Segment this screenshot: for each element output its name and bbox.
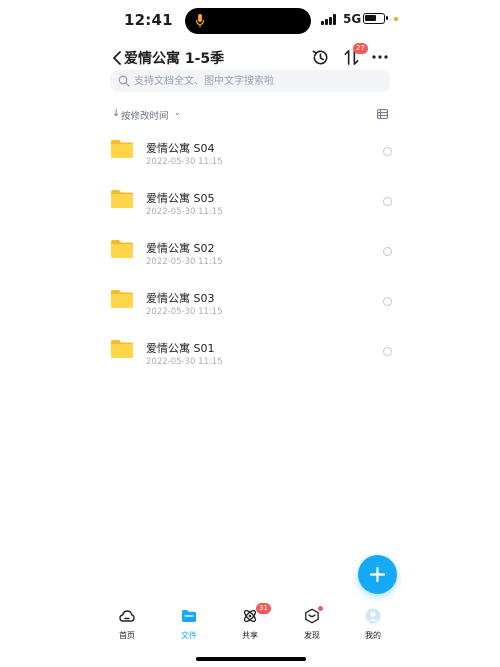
file-name: 爱情公寓 S05: [146, 192, 215, 205]
folder-icon: [111, 240, 133, 258]
folder-icon: [111, 290, 133, 308]
select-radio[interactable]: [383, 297, 392, 306]
select-radio[interactable]: [383, 347, 392, 356]
chevron-down-icon[interactable]: ⌄: [174, 108, 181, 117]
view-toggle-icon[interactable]: [377, 109, 388, 119]
transfer-badge: 27: [353, 43, 368, 54]
cloud-home-icon: [119, 610, 135, 622]
select-radio[interactable]: [383, 247, 392, 256]
dynamic-island: [185, 8, 311, 34]
tab-label: 共享: [242, 631, 258, 640]
search-box[interactable]: [110, 70, 390, 92]
plus-icon: [369, 566, 386, 583]
file-row[interactable]: 爱情公寓 S05 2022-05-30 11:15: [106, 183, 396, 225]
file-date: 2022-05-30 11:15: [146, 257, 223, 267]
tab-files[interactable]: 文件: [166, 606, 212, 642]
file-row[interactable]: 爱情公寓 S01 2022-05-30 11:15: [106, 333, 396, 375]
back-icon[interactable]: [112, 51, 122, 65]
file-name: 爱情公寓 S02: [146, 242, 215, 255]
sort-row: ↓ 按修改时间 ⌄: [112, 108, 390, 122]
tab-label: 文件: [181, 631, 197, 640]
file-date: 2022-05-30 11:15: [146, 207, 223, 217]
folder-icon: [111, 190, 133, 208]
avatar-icon: [365, 608, 381, 624]
history-icon[interactable]: [311, 48, 330, 67]
tab-label: 发现: [304, 631, 320, 640]
battery-icon: [363, 13, 388, 24]
file-name: 爱情公寓 S03: [146, 292, 215, 305]
privacy-indicator: [394, 17, 398, 21]
select-radio[interactable]: [383, 147, 392, 156]
tab-bar: 首页 文件 31 共享 发现 我的: [0, 603, 500, 646]
tab-label: 首页: [119, 631, 135, 640]
file-name: 爱情公寓 S04: [146, 142, 215, 155]
page-title: 爱情公寓 1-5季: [124, 51, 225, 67]
file-date: 2022-05-30 11:15: [146, 307, 223, 317]
file-row[interactable]: 爱情公寓 S02 2022-05-30 11:15: [106, 233, 396, 275]
tab-mine[interactable]: 我的: [350, 606, 396, 642]
discover-dot-badge: [318, 606, 323, 611]
status-bar: 12:41 5G: [0, 0, 500, 44]
file-name: 爱情公寓 S01: [146, 342, 215, 355]
search-input[interactable]: [134, 72, 384, 90]
file-row[interactable]: 爱情公寓 S03 2022-05-30 11:15: [106, 283, 396, 325]
status-time: 12:41: [124, 11, 173, 29]
tab-discover[interactable]: 发现: [289, 606, 335, 642]
microphone-icon: [195, 14, 205, 28]
folder-icon: [111, 340, 133, 358]
home-indicator: [196, 657, 306, 661]
tab-label: 我的: [365, 631, 381, 640]
signal-icon: [321, 14, 339, 25]
share-badge: 31: [256, 603, 271, 614]
more-icon[interactable]: [372, 55, 388, 59]
search-icon: [118, 75, 130, 87]
sort-label[interactable]: 按修改时间: [121, 108, 169, 122]
tab-share[interactable]: 31 共享: [227, 603, 273, 642]
file-row[interactable]: 爱情公寓 S04 2022-05-30 11:15: [106, 133, 396, 175]
tab-home[interactable]: 首页: [104, 606, 150, 642]
select-radio[interactable]: [383, 197, 392, 206]
file-date: 2022-05-30 11:15: [146, 357, 223, 367]
discover-icon: [305, 608, 319, 624]
add-button[interactable]: [358, 555, 397, 594]
file-date: 2022-05-30 11:15: [146, 157, 223, 167]
sort-arrow-icon: ↓: [112, 108, 121, 119]
folder-icon: [111, 140, 133, 158]
nav-bar: 爱情公寓 1-5季 27: [0, 43, 500, 72]
network-type: 5G: [343, 12, 362, 26]
folder-tab-icon: [182, 610, 196, 622]
